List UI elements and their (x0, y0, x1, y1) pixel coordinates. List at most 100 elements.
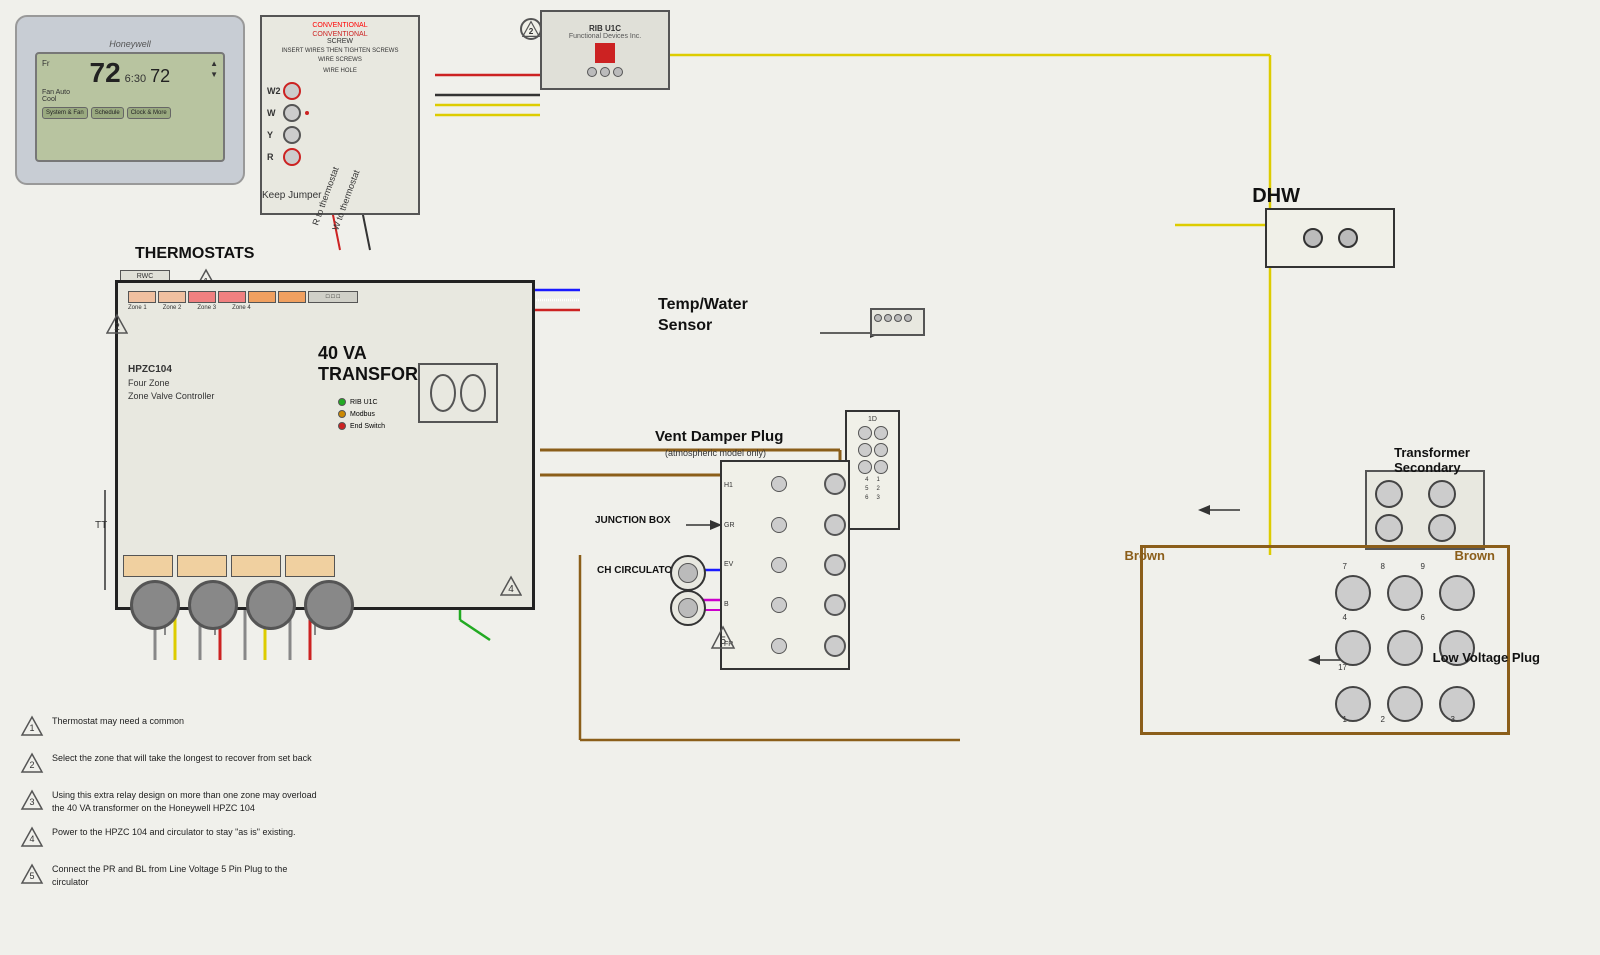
svg-text:2: 2 (114, 322, 120, 333)
thermo-day: Fr (42, 59, 50, 68)
svg-text:2: 2 (529, 27, 534, 36)
svg-text:3: 3 (29, 797, 34, 807)
zone-valves-row (130, 580, 354, 630)
thermostat-screen: Fr 72 6:30 72 ▲ ▼ Fan Auto Cool System &… (35, 52, 225, 162)
tc-1 (128, 291, 156, 303)
lv-circle-5 (1387, 630, 1423, 666)
legend-text-4: Power to the HPZC 104 and circulator to … (52, 826, 296, 839)
lv-circle-2 (1387, 686, 1423, 722)
svg-text:5: 5 (29, 871, 34, 881)
thermo-clock-btn[interactable]: Clock & More (127, 107, 171, 119)
terminal-circle-y (283, 126, 301, 144)
conventional-label-left: CONVENTIONAL (267, 22, 413, 29)
tt-label: TT (95, 520, 107, 531)
lv-num-1: 1 (1343, 715, 1347, 724)
tmr-1 (824, 473, 846, 495)
thermostat-brand: Honeywell (109, 39, 151, 49)
lv-circle-7 (1335, 575, 1371, 611)
zone2-label: Zone 2 (163, 305, 182, 311)
legend-item-2: 2 Select the zone that will take the lon… (20, 752, 320, 779)
ch-circulator-label: CH CIRCULATOR (597, 565, 679, 576)
legend-item-4: 4 Power to the HPZC 104 and circulator t… (20, 826, 320, 853)
tm-2 (771, 517, 787, 533)
transformer-coil (418, 363, 498, 423)
zone-labels: Zone 1 Zone 2 Zone 3 Zone 4 (128, 305, 251, 311)
main-terminal-block: H1 GR EV B FR (720, 460, 850, 670)
transformer-secondary-label: Transformer Secondary (1394, 445, 1470, 475)
pump-symbol-1 (670, 555, 706, 591)
terminal-col-left: H1 GR EV B FR (722, 462, 848, 668)
legend-triangle-3: 3 (20, 789, 44, 816)
hpzc-desc: Zone Valve Controller (128, 390, 214, 403)
ts-circle-4 (1428, 514, 1456, 542)
lv-num-17: 17 (1338, 663, 1347, 672)
legend-area: 1 Thermostat may need a common 2 Select … (20, 715, 320, 900)
pump-symbol-2 (670, 590, 706, 626)
tc-6 (278, 291, 306, 303)
vent-id-label: 1D (868, 416, 877, 423)
legend-triangle-1: 1 (20, 715, 44, 742)
legend-triangle-5: 5 (20, 863, 44, 890)
indicator-modbus: Modbus (338, 410, 385, 418)
terminal-circle-w2 (283, 82, 301, 100)
tmr-5 (824, 635, 846, 657)
rib-red-indicator (595, 43, 615, 63)
rib-relay-box: RIB U1C Functional Devices Inc. (540, 10, 670, 90)
temp-water-sensor-label: Temp/Water Sensor (658, 295, 748, 337)
zone-controller-box: □ □ □ Zone 1 Zone 2 Zone 3 Zone 4 2 HPZC… (115, 280, 535, 610)
hpzc-label: HPZC104 Four Zone Zone Valve Controller (128, 363, 214, 402)
dhw-terminal-2 (1338, 228, 1358, 248)
zone-valve-connectors (123, 555, 335, 577)
lv-circle-8 (1387, 575, 1423, 611)
svg-text:1: 1 (29, 723, 34, 733)
terminal-circle-w (283, 104, 301, 122)
zvc-3 (231, 555, 281, 577)
terminal-rows: H1 GR EV B FR (722, 462, 848, 668)
legend-item-3: 3 Using this extra relay design on more … (20, 789, 320, 816)
zvc-4 (285, 555, 335, 577)
zone4-label: Zone 4 (232, 305, 251, 311)
lv-circle-9 (1439, 575, 1475, 611)
lv-num-8: 8 (1381, 562, 1385, 571)
wire-screws-label: WIRE SCREWS (267, 57, 413, 63)
zone-valve-1 (130, 580, 180, 630)
tm-4 (771, 597, 787, 613)
top-connectors: □ □ □ (128, 291, 358, 303)
lv-circle-4 (1335, 630, 1371, 666)
dhw-box (1265, 208, 1395, 268)
zone3-label: Zone 3 (197, 305, 216, 311)
terminal-r: R (267, 152, 279, 162)
legend-triangle-4: 4 (20, 826, 44, 853)
lv-num-9: 9 (1421, 562, 1425, 571)
svg-text:2: 2 (29, 760, 34, 770)
vc-4 (874, 443, 888, 457)
terminal-circles-right (824, 466, 846, 664)
wiring-panel: CONVENTIONAL CONVENTIONAL SCREW INSERT W… (260, 15, 420, 215)
badge-4-inner: 4 (500, 575, 522, 602)
tc-2 (158, 291, 186, 303)
svg-text:4: 4 (29, 834, 34, 844)
vent-damper-connector: 1D 41 52 63 (845, 410, 900, 530)
tmr-3 (824, 554, 846, 576)
tm-5 (771, 638, 787, 654)
tc-misc-label: □ □ □ (326, 294, 340, 300)
svg-text:5: 5 (720, 635, 726, 647)
thermostats-label: THERMOSTATS (135, 245, 254, 263)
tm-3 (771, 557, 787, 573)
thermo-temp-current: 72 (90, 59, 121, 87)
lv-num-2: 2 (1381, 715, 1385, 724)
thermo-system-btn[interactable]: System & Fan (42, 107, 88, 119)
rib-subtitle: Functional Devices Inc. (569, 33, 641, 40)
hpzc-type: Four Zone (128, 377, 214, 390)
conventional-label-right: CONVENTIONAL (267, 31, 413, 38)
zone1-label: Zone 1 (128, 305, 147, 311)
zvc-2 (177, 555, 227, 577)
rib-terminal-3 (613, 67, 623, 77)
thermo-schedule-btn[interactable]: Schedule (91, 107, 124, 119)
tc-3 (188, 291, 216, 303)
tc-5 (248, 291, 276, 303)
screw-label: SCREW (267, 38, 413, 45)
temp-sensor-connector (870, 308, 925, 336)
dhw-terminal-1 (1303, 228, 1323, 248)
zone-valve-3 (246, 580, 296, 630)
